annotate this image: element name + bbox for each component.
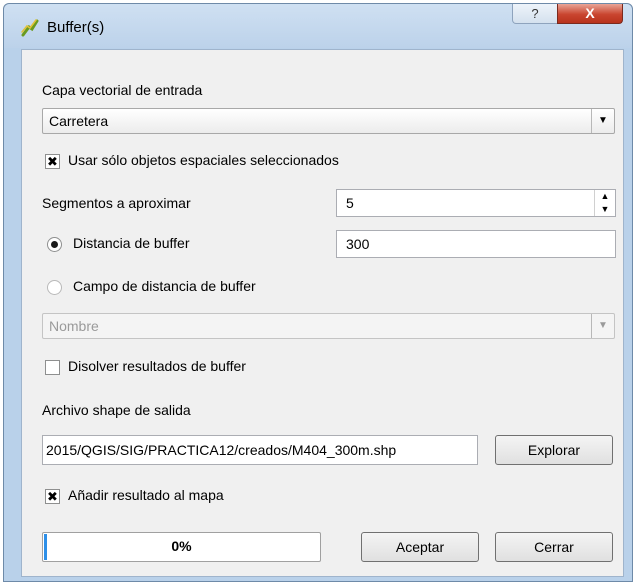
progress-bar: 0%: [42, 532, 321, 562]
chevron-down-icon: ▼: [591, 314, 614, 338]
buffer-distance-radio[interactable]: [47, 237, 62, 252]
spin-down-icon[interactable]: ▼: [595, 203, 615, 216]
output-path-input[interactable]: 2015/QGIS/SIG/PRACTICA12/creados/M404_30…: [42, 435, 478, 465]
qgis-buffer-icon: [20, 18, 40, 38]
segments-label: Segmentos a aproximar: [42, 195, 191, 211]
dialog-body: Capa vectorial de entrada Carretera ▼ ✖ …: [21, 49, 624, 577]
buffer-field-radio[interactable]: [47, 280, 62, 295]
input-layer-value: Carretera: [49, 113, 109, 129]
title-bar[interactable]: Buffer(s) ? X: [4, 4, 632, 48]
buffer-field-value: Nombre: [49, 318, 99, 334]
output-path-value: 2015/QGIS/SIG/PRACTICA12/creados/M404_30…: [46, 442, 397, 458]
progress-text: 0%: [171, 538, 192, 554]
buffer-distance-input[interactable]: 300: [336, 230, 616, 258]
help-button[interactable]: ?: [512, 4, 558, 24]
output-label: Archivo shape de salida: [42, 402, 191, 418]
close-button[interactable]: Cerrar: [495, 532, 613, 562]
add-to-map-checkbox[interactable]: ✖: [45, 489, 60, 504]
close-icon: X: [585, 5, 595, 21]
input-layer-label: Capa vectorial de entrada: [42, 82, 203, 98]
buffer-field-label: Campo de distancia de buffer: [73, 278, 256, 294]
buffer-distance-label: Distancia de buffer: [73, 235, 190, 251]
use-selected-checkbox[interactable]: ✖: [45, 154, 60, 169]
dissolve-checkbox[interactable]: [45, 360, 60, 375]
spin-up-icon[interactable]: ▲: [595, 190, 615, 203]
window-title: Buffer(s): [47, 19, 105, 36]
segments-value: 5: [346, 195, 354, 211]
spin-arrows: ▲ ▼: [594, 190, 615, 216]
browse-button[interactable]: Explorar: [495, 435, 613, 465]
dissolve-label: Disolver resultados de buffer: [68, 358, 246, 374]
input-layer-select[interactable]: Carretera ▼: [42, 108, 615, 134]
segments-spinbox[interactable]: 5 ▲ ▼: [336, 189, 616, 217]
add-to-map-label: Añadir resultado al mapa: [68, 487, 224, 503]
use-selected-label: Usar sólo objetos espaciales seleccionad…: [68, 152, 339, 168]
buffer-field-select[interactable]: Nombre ▼: [42, 313, 615, 339]
close-window-button[interactable]: X: [557, 4, 623, 24]
buffer-dialog: Buffer(s) ? X Capa vectorial de entrada …: [3, 3, 633, 582]
buffer-distance-value: 300: [346, 236, 370, 252]
accept-button[interactable]: Aceptar: [361, 532, 479, 562]
chevron-down-icon: ▼: [591, 109, 614, 133]
